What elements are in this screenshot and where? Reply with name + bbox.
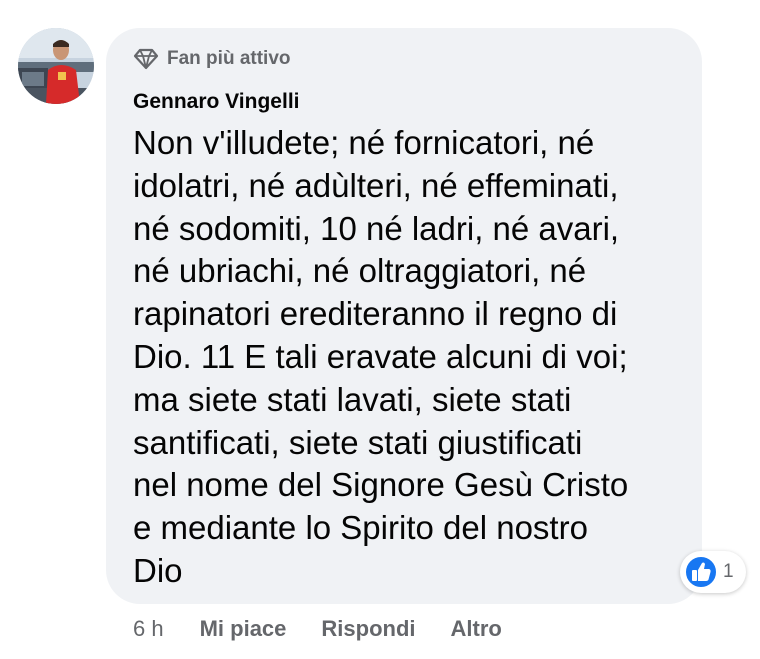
reaction-summary[interactable]: 1 — [680, 551, 746, 593]
comment-bubble: Fan più attivo Gennaro Vingelli Non v'il… — [106, 28, 702, 604]
avatar[interactable] — [18, 28, 94, 104]
like-button[interactable]: Mi piace — [200, 616, 287, 642]
top-fan-badge: Fan più attivo — [133, 46, 676, 72]
badge-label: Fan più attivo — [167, 48, 291, 69]
like-icon — [683, 554, 719, 590]
timestamp[interactable]: 6 h — [133, 616, 164, 642]
reply-button[interactable]: Rispondi — [321, 616, 415, 642]
comment-actions: 6 h Mi piace Rispondi Altro — [133, 612, 537, 646]
comment-body: Non v'illudete; né fornicatori, né idola… — [133, 124, 629, 589]
more-button[interactable]: Altro — [451, 616, 502, 642]
reaction-count: 1 — [723, 561, 734, 582]
author-name[interactable]: Gennaro Vingelli — [133, 88, 676, 116]
comment-thread: Fan più attivo Gennaro Vingelli Non v'il… — [0, 0, 760, 659]
diamond-icon — [133, 48, 159, 70]
